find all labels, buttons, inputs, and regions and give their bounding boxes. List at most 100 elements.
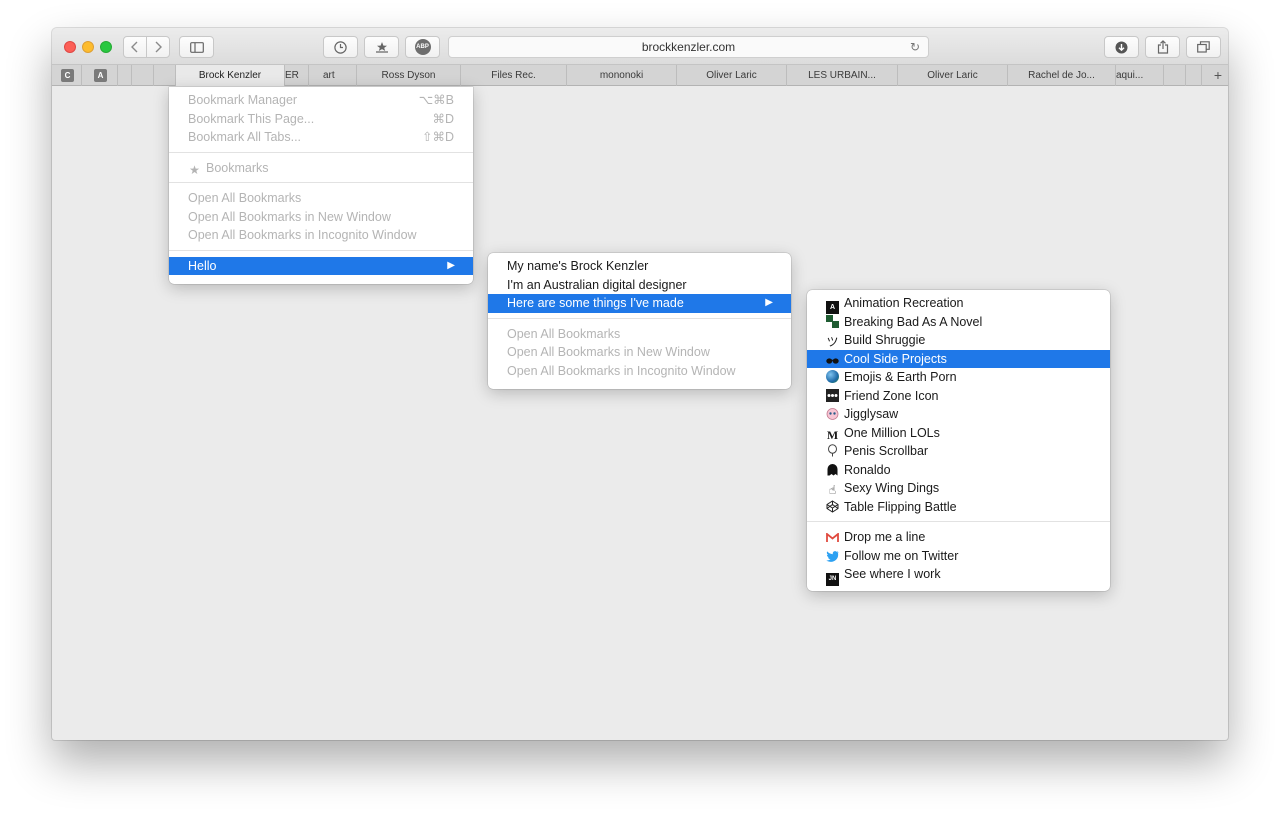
breaking-bad-icon	[826, 314, 839, 328]
bookmarks-button[interactable]	[364, 36, 399, 58]
minimize-window-button[interactable]	[82, 41, 94, 53]
menu-shortcut: ⌘D	[432, 111, 454, 126]
clock-icon	[334, 40, 347, 54]
menu-item-penis-scrollbar[interactable]: Penis Scrollbar	[807, 442, 1110, 461]
menu-item-open-all-incognito[interactable]: Open All Bookmarks in Incognito Window	[169, 226, 473, 245]
sidebar-toggle-button[interactable]	[179, 36, 214, 58]
menu-item-open-all[interactable]: Open All Bookmarks	[488, 325, 791, 344]
globe-icon	[826, 370, 839, 383]
zoom-window-button[interactable]	[100, 41, 112, 53]
bookmark-slot	[52, 65, 82, 86]
menu-item-label: Bookmark All Tabs...	[188, 130, 302, 144]
menu-item-jigglysaw[interactable]: Jigglysaw	[807, 405, 1110, 424]
bookmark-slot[interactable]	[132, 65, 154, 86]
menu-separator	[169, 249, 473, 251]
bookmark-folder-brock-kenzler[interactable]: Brock Kenzler	[176, 65, 285, 86]
menu-item-label: Drop me a line	[844, 530, 926, 544]
reload-icon[interactable]: ↻	[910, 40, 920, 54]
close-window-button[interactable]	[64, 41, 76, 53]
bookmark-slot[interactable]	[1164, 65, 1186, 86]
submenu-arrow-icon: ▶	[447, 259, 455, 271]
bookmarks-bar: C A Brock Kenzler ER art Ross Dyson File…	[52, 64, 1228, 86]
menu-item-label: Emojis & Earth Porn	[844, 370, 957, 384]
menu-item-open-all-new-window[interactable]: Open All Bookmarks in New Window	[488, 343, 791, 362]
menu-item-label: See where I work	[844, 567, 941, 581]
menu-item-breaking-bad[interactable]: Breaking Bad As A Novel	[807, 313, 1110, 332]
bookmark-slot	[82, 65, 118, 86]
menu-item-one-million-lols[interactable]: M One Million LOLs	[807, 424, 1110, 443]
menu-item-bookmark-manager[interactable]: Bookmark Manager ⌥⌘B	[169, 91, 473, 110]
menu-item-label: Jigglysaw	[844, 407, 899, 421]
download-icon	[1115, 41, 1128, 53]
bookmark-item-ross-dyson[interactable]: Ross Dyson	[357, 65, 461, 86]
menu-item-things-made-folder[interactable]: Here are some things I've made ▶	[488, 294, 791, 313]
jn-logo-icon: JN	[826, 573, 839, 586]
menu-item-ronaldo[interactable]: Ronaldo	[807, 461, 1110, 480]
menu-item-label: Breaking Bad As A Novel	[844, 314, 983, 329]
address-bar[interactable]: brockkenzler.com ↻	[448, 36, 929, 58]
hand-icon: ☝	[828, 483, 837, 497]
menu-item-emojis-earth[interactable]: Emojis & Earth Porn	[807, 368, 1110, 387]
adblock-button[interactable]: ABP	[405, 36, 440, 58]
twitter-icon	[826, 550, 839, 564]
toolbar: ABP brockkenzler.com ↻	[52, 28, 1228, 64]
bookmark-slot[interactable]	[154, 65, 176, 86]
submenu-arrow-icon: ▶	[765, 297, 773, 308]
show-tabs-button[interactable]	[1186, 36, 1221, 58]
menu-item-digital-designer[interactable]: I'm an Australian digital designer	[488, 276, 791, 295]
bookmarks-menu: Bookmark Manager ⌥⌘B Bookmark This Page..…	[169, 87, 473, 284]
menu-item-drop-me-a-line[interactable]: Drop me a line	[807, 528, 1110, 547]
menu-item-see-where-i-work[interactable]: JN See where I work	[807, 565, 1110, 586]
menu-item-label: Sexy Wing Dings	[844, 481, 940, 495]
history-button[interactable]	[323, 36, 358, 58]
bookmark-item-rachel-de-jo[interactable]: Rachel de Jo...	[1008, 65, 1116, 86]
menu-item-animation-recreation[interactable]: A Animation Recreation	[807, 294, 1110, 314]
menu-separator	[807, 521, 1110, 522]
bookmark-item-oliver-laric[interactable]: Oliver Laric	[677, 65, 787, 86]
projects-submenu: A Animation Recreation Breaking Bad As A …	[807, 290, 1110, 591]
bookmark-item-files-rec[interactable]: Files Rec.	[461, 65, 567, 86]
chevron-right-icon	[155, 41, 162, 53]
menu-item-sexy-wing-dings[interactable]: ☝ Sexy Wing Dings	[807, 479, 1110, 498]
share-button[interactable]	[1145, 36, 1180, 58]
menu-item-label: Bookmark This Page...	[188, 111, 315, 126]
tabs-overview-icon	[1197, 41, 1210, 53]
menu-item-bookmark-all-tabs[interactable]: Bookmark All Tabs... ⇧⌘D	[169, 128, 473, 147]
downloads-button[interactable]	[1104, 36, 1139, 58]
back-button[interactable]	[123, 36, 147, 58]
menu-item-open-all-new-window[interactable]: Open All Bookmarks in New Window	[169, 208, 473, 227]
menu-item-build-shruggie[interactable]: ツ Build Shruggie	[807, 331, 1110, 350]
bookmark-item-les-urbain[interactable]: LES URBAIN...	[787, 65, 898, 86]
menu-item-follow-twitter[interactable]: Follow me on Twitter	[807, 547, 1110, 566]
adblock-icon: ABP	[414, 39, 431, 55]
menu-item-open-all-incognito[interactable]: Open All Bookmarks in Incognito Window	[488, 362, 791, 381]
menu-item-label: Cool Side Projects	[844, 351, 947, 366]
bookmark-item-mononoki[interactable]: mononoki	[567, 65, 677, 86]
bookmark-slot[interactable]	[1186, 65, 1202, 86]
menu-item-table-flipping-battle[interactable]: Table Flipping Battle	[807, 498, 1110, 517]
bookmark-item-art[interactable]: art	[309, 65, 357, 86]
add-bookmark-icon[interactable]: +	[1214, 65, 1222, 86]
hello-submenu: My name's Brock Kenzler I'm an Australia…	[488, 253, 791, 389]
menu-item-open-all[interactable]: Open All Bookmarks	[169, 189, 473, 208]
menu-item-cool-side-projects[interactable]: Cool Side Projects	[807, 349, 1110, 368]
gmail-icon	[826, 532, 839, 546]
menu-separator	[488, 317, 791, 319]
forward-button[interactable]	[146, 36, 170, 58]
menu-item-label: Table Flipping Battle	[844, 499, 957, 514]
menu-item-bookmarks[interactable]: ★ Bookmarks	[169, 159, 473, 178]
menu-item-bookmark-this-page[interactable]: Bookmark This Page... ⌘D	[169, 110, 473, 129]
bookmark-item-er[interactable]: ER	[285, 65, 309, 86]
menu-shortcut: ⇧⌘D	[421, 130, 454, 144]
bookmark-slot[interactable]	[118, 65, 132, 86]
m-letter-icon: M	[826, 427, 839, 442]
menu-item-my-name[interactable]: My name's Brock Kenzler	[488, 257, 791, 276]
menu-item-label: Animation Recreation	[844, 296, 964, 310]
menu-item-label: Ronaldo	[844, 462, 891, 477]
sidebar-icon	[189, 41, 204, 53]
menu-item-hello-folder[interactable]: Hello ▶	[169, 256, 473, 275]
bookmark-item-oliver-laric-2[interactable]: Oliver Laric	[898, 65, 1008, 86]
menu-item-friend-zone[interactable]: Friend Zone Icon	[807, 387, 1110, 406]
bookmark-item-aqui[interactable]: aqui...	[1116, 65, 1164, 86]
share-icon	[1157, 40, 1168, 54]
